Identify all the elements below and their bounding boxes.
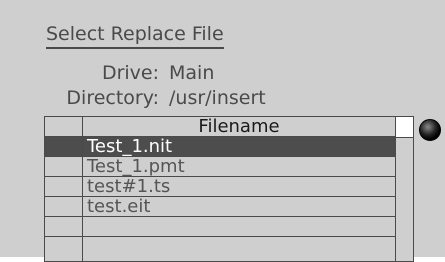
scrollbar[interactable] xyxy=(396,117,413,261)
file-table: Filename Test_1.nit Test_1.pmt test#1.ts… xyxy=(44,116,414,262)
table-row[interactable]: test.eit xyxy=(45,197,395,217)
filename-cell[interactable]: Test_1.nit xyxy=(83,137,395,156)
filename-column-header[interactable]: Filename xyxy=(83,117,395,136)
drive-value: Main xyxy=(169,62,215,84)
filename-cell[interactable]: Test_1.pmt xyxy=(83,157,395,176)
table-row[interactable]: Test_1.pmt xyxy=(45,157,395,177)
row-selector xyxy=(45,137,82,156)
directory-label: Directory: xyxy=(66,87,159,109)
filename-cell[interactable]: test.eit xyxy=(83,197,395,216)
table-row[interactable]: Test_1.nit xyxy=(45,137,395,157)
select-replace-file-dialog: Select Replace File Drive: Main Director… xyxy=(0,0,445,262)
scrollbar-thumb[interactable] xyxy=(396,117,413,138)
table-header-row: Filename xyxy=(45,117,395,137)
selection-knob-icon[interactable] xyxy=(419,119,441,141)
column-divider xyxy=(82,117,83,261)
filename-cell[interactable] xyxy=(83,237,395,257)
filename-cell[interactable] xyxy=(83,217,395,236)
table-row[interactable]: test#1.ts xyxy=(45,177,395,197)
table-row[interactable] xyxy=(45,217,395,237)
filename-cell[interactable]: test#1.ts xyxy=(83,177,395,196)
drive-label: Drive: xyxy=(101,62,159,84)
directory-value: /usr/insert xyxy=(169,87,266,109)
dialog-title: Select Replace File xyxy=(46,22,224,49)
table-row[interactable] xyxy=(45,237,395,257)
